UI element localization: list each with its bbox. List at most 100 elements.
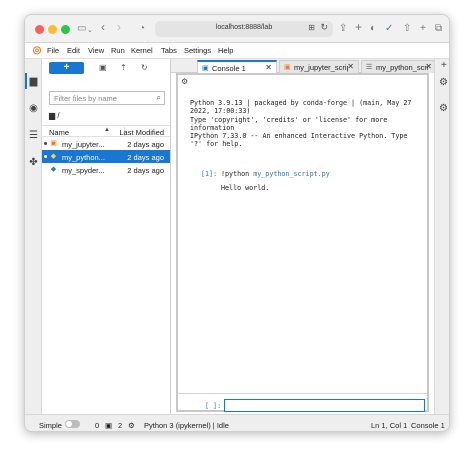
simple-mode-toggle[interactable]: [65, 420, 80, 428]
menu-view[interactable]: View: [88, 46, 104, 55]
filter-input[interactable]: Filter files by name ⌕: [49, 91, 165, 105]
cell-file: my_python_script.py: [253, 170, 330, 178]
maximize-window-button[interactable]: [61, 25, 70, 34]
text-file-icon: ☰: [366, 64, 373, 71]
close-icon[interactable]: ✕: [265, 63, 272, 72]
file-list-header: Name ▲ Last Modified: [42, 125, 170, 137]
main-area: ▣ Console 1 ✕ ▣ my_jupyter_script ✕ ☰ my…: [171, 59, 437, 414]
tab-console-1[interactable]: ▣ Console 1 ✕: [197, 60, 277, 74]
upload-icon[interactable]: ⇡: [120, 63, 127, 72]
breadcrumb-path: /: [57, 111, 60, 120]
chevron-down-icon[interactable]: ⌄: [87, 24, 93, 38]
tab-label: my_jupyter_script: [294, 63, 348, 72]
translate-icon[interactable]: ⊞: [308, 23, 315, 32]
tab-my-jupyter-script[interactable]: ▣ my_jupyter_script ✕: [279, 60, 359, 73]
menu-file[interactable]: File: [47, 46, 59, 55]
python-icon: ◆: [50, 153, 57, 160]
gear-icon[interactable]: ⚙: [181, 77, 188, 86]
menu-run[interactable]: Run: [111, 46, 125, 55]
cell-output: Hello world.: [221, 184, 270, 192]
folder-icon[interactable]: ▆: [28, 76, 39, 87]
extensions-icon[interactable]: ✤: [28, 157, 39, 168]
forward-icon[interactable]: ›: [117, 20, 121, 34]
tab-my-python-script[interactable]: ☰ my_python_script ✕: [361, 60, 437, 73]
cell-command: !python: [221, 170, 254, 178]
console-panel: ⚙ Python 3.9.13 | packaged by conda-forg…: [176, 73, 429, 412]
cell-prompt: [1]:: [201, 170, 218, 178]
back-icon[interactable]: ‹: [101, 20, 105, 34]
file-row[interactable]: ▣ my_jupyter... 2 days ago: [42, 137, 170, 150]
address-bar[interactable]: localhost:8888/lab ⊞ ↻: [155, 21, 333, 37]
notebook-icon: ▣: [284, 64, 291, 71]
close-icon[interactable]: ✕: [347, 62, 354, 71]
search-icon: ⌕: [156, 93, 161, 102]
file-name: my_python...: [62, 153, 105, 162]
new-tab-icon[interactable]: +: [355, 20, 362, 34]
share-menu-icon[interactable]: ⇧: [403, 22, 411, 36]
breadcrumb[interactable]: ▆ /: [49, 111, 60, 120]
shield-icon[interactable]: ◔: [139, 22, 145, 36]
terminal-count[interactable]: 0: [95, 421, 99, 430]
menu-help[interactable]: Help: [218, 46, 233, 55]
input-divider: [178, 393, 427, 394]
tab-overview-icon[interactable]: ◐: [370, 22, 376, 36]
debugger-icon[interactable]: ⚙: [438, 103, 449, 114]
sort-up-icon[interactable]: ▲: [104, 127, 110, 133]
terminal-icon: ▣: [105, 421, 113, 430]
sidebar-toggle-icon[interactable]: ▭: [77, 22, 86, 36]
file-row[interactable]: ◆ my_spyder... 2 days ago: [42, 163, 170, 176]
menu-kernel[interactable]: Kernel: [131, 46, 153, 55]
file-browser: + ▣ ⇡ ↻ Filter files by name ⌕ ▆ / Name …: [42, 59, 171, 414]
running-indicator: [44, 155, 47, 158]
file-modified: 2 days ago: [127, 140, 164, 149]
toggle-knob: [66, 421, 72, 427]
right-sidebar: ⚙ ⚙: [434, 59, 449, 414]
tab-bar: ▣ Console 1 ✕ ▣ my_jupyter_script ✕ ☰ my…: [171, 59, 437, 74]
cell-code[interactable]: !python my_python_script.py: [221, 170, 330, 178]
browser-window: ▭ ⌄ ‹ › ◔ localhost:8888/lab ⊞ ↻ ⇪ + ◐ ✓…: [24, 14, 450, 432]
add-icon[interactable]: +: [420, 22, 426, 36]
file-row-selected[interactable]: ◆ my_python... 2 days ago: [42, 150, 170, 163]
file-modified: 2 days ago: [127, 166, 164, 175]
kernel-count[interactable]: 2: [118, 421, 122, 430]
menu-tabs[interactable]: Tabs: [161, 46, 177, 55]
running-sessions-icon[interactable]: ◉: [28, 103, 39, 114]
menu-edit[interactable]: Edit: [67, 46, 80, 55]
reload-icon[interactable]: ↻: [320, 22, 328, 33]
refresh-icon[interactable]: ↻: [141, 63, 148, 72]
jupyter-menubar: ◎ File Edit View Run Kernel Tabs Setting…: [25, 43, 449, 59]
new-folder-icon[interactable]: ▣: [99, 63, 107, 72]
tab-label: my_python_script: [376, 63, 428, 72]
console-icon: ▣: [202, 65, 209, 72]
console-banner: Python 3.9.13 | packaged by conda-forge …: [190, 99, 412, 149]
tabs-icon[interactable]: ⧉: [435, 22, 442, 36]
minimize-window-button[interactable]: [48, 25, 57, 34]
active-indicator: [25, 73, 27, 89]
browser-toolbar: ▭ ⌄ ‹ › ◔ localhost:8888/lab ⊞ ↻ ⇪ + ◐ ✓…: [25, 15, 449, 43]
property-inspector-icon[interactable]: ⚙: [438, 77, 449, 88]
new-launcher-button[interactable]: +: [49, 62, 84, 74]
simple-mode-label: Simple: [39, 421, 62, 430]
file-name: my_spyder...: [62, 166, 105, 175]
file-name: my_jupyter...: [62, 140, 105, 149]
table-of-contents-icon[interactable]: ☰: [28, 130, 39, 141]
jupyter-logo-icon: ◎: [32, 45, 42, 56]
column-last-modified[interactable]: Last Modified: [119, 128, 164, 137]
cursor-position[interactable]: Ln 1, Col 1: [371, 421, 407, 430]
new-tab-button[interactable]: +: [441, 60, 447, 71]
kernel-status[interactable]: Python 3 (ipykernel) | Idle: [144, 421, 229, 430]
left-activity-bar: ▆ ◉ ☰ ✤: [25, 59, 42, 414]
shield-check-icon[interactable]: ✓: [385, 22, 393, 36]
console-name: Console 1: [411, 421, 445, 430]
python-icon: ◆: [50, 166, 57, 173]
console-input[interactable]: [224, 399, 425, 412]
close-window-button[interactable]: [35, 25, 44, 34]
kernel-icon: ⚙: [128, 421, 135, 430]
status-bar: Simple 0 ▣ 2 ⚙ Python 3 (ipykernel) | Id…: [25, 414, 449, 431]
close-icon[interactable]: ✕: [425, 62, 432, 71]
notebook-icon: ▣: [50, 140, 57, 147]
share-icon[interactable]: ⇪: [339, 22, 347, 36]
column-name[interactable]: Name: [49, 128, 69, 137]
menu-settings[interactable]: Settings: [184, 46, 211, 55]
url-text: localhost:8888/lab: [215, 24, 273, 31]
